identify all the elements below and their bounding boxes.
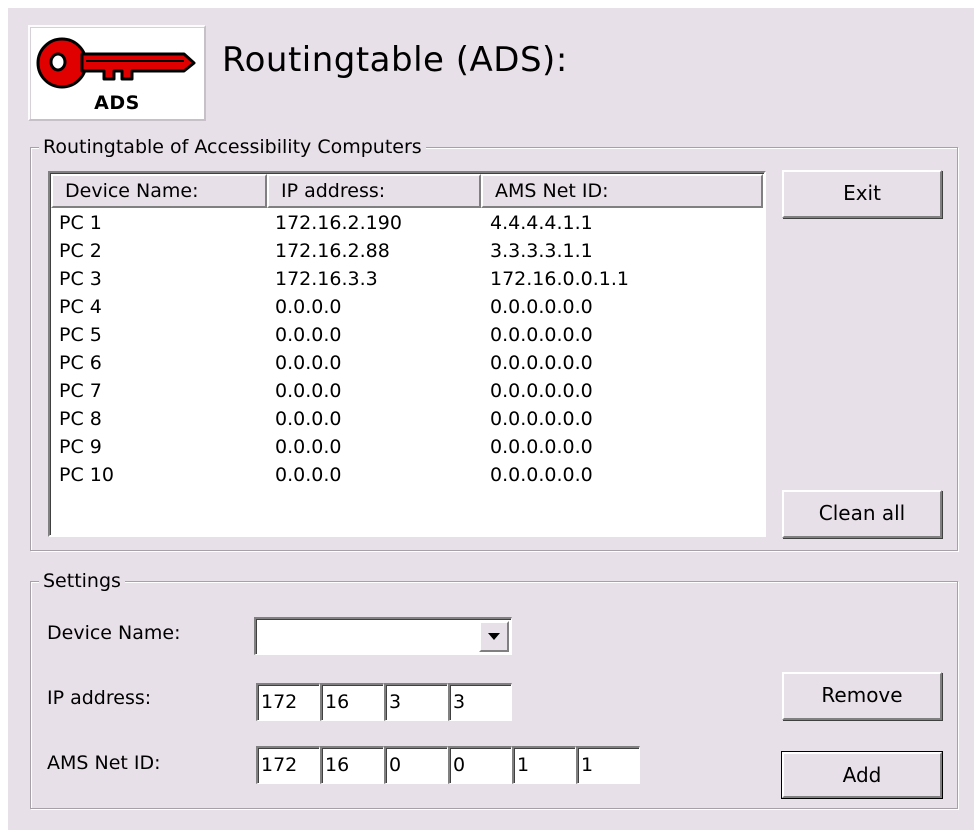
logo-text: ADS [94,92,140,114]
cell-device-name: PC 4 [59,296,102,318]
ams-octet-2-input[interactable]: 16 [320,746,384,784]
column-header-ams-net-id[interactable]: AMS Net ID: [481,174,763,208]
ams-octet-1-input[interactable]: 172 [256,746,320,784]
exit-button[interactable]: Exit [782,170,942,218]
column-header-device-name[interactable]: Device Name: [51,174,267,208]
cell-ip-address: 0.0.0.0 [275,380,342,402]
cell-device-name: PC 3 [59,268,102,290]
ip-address-label: IP address: [47,687,152,709]
cell-ams-net-id: 0.0.0.0.0.0 [490,436,593,458]
cell-ip-address: 0.0.0.0 [275,324,342,346]
cell-device-name: PC 9 [59,436,102,458]
cell-ams-net-id: 3.3.3.3.1.1 [490,240,593,262]
column-header-ip-address[interactable]: IP address: [267,174,481,208]
cell-ip-address: 0.0.0.0 [275,436,342,458]
cell-ams-net-id: 4.4.4.4.1.1 [490,212,593,234]
cell-device-name: PC 5 [59,324,102,346]
cell-ams-net-id: 0.0.0.0.0.0 [490,408,593,430]
ip-octet-1-input[interactable]: 172 [256,683,320,721]
ams-net-id-label: AMS Net ID: [47,752,161,774]
ads-logo: ADS [28,25,206,121]
ams-octet-3-input[interactable]: 0 [384,746,448,784]
routing-table-group: Routingtable of Accessibility Computers … [30,135,958,551]
settings-group: Settings Device Name: IP address: 172 16… [30,569,958,809]
cell-ams-net-id: 0.0.0.0.0.0 [490,296,593,318]
cell-ip-address: 0.0.0.0 [275,408,342,430]
cell-ip-address: 172.16.2.88 [275,240,390,262]
cell-ip-address: 172.16.3.3 [275,268,378,290]
cell-ip-address: 0.0.0.0 [275,296,342,318]
cell-ams-net-id: 172.16.0.0.1.1 [490,268,629,290]
routing-window: ADS Routingtable (ADS): Routingtable of … [8,8,974,830]
cell-device-name: PC 1 [59,212,102,234]
ip-octet-3-input[interactable]: 3 [384,683,448,721]
cell-ip-address: 0.0.0.0 [275,464,342,486]
page-title: Routingtable (ADS): [222,40,568,80]
add-button[interactable]: Add [781,751,943,799]
cell-device-name: PC 2 [59,240,102,262]
cell-ams-net-id: 0.0.0.0.0.0 [490,352,593,374]
remove-button[interactable]: Remove [782,672,942,720]
device-name-combo[interactable] [254,617,512,655]
cell-device-name: PC 8 [59,408,102,430]
settings-legend: Settings [39,569,125,593]
cell-device-name: PC 10 [59,464,114,486]
cell-ams-net-id: 0.0.0.0.0.0 [490,380,593,402]
cell-ams-net-id: 0.0.0.0.0.0 [490,464,593,486]
cell-ams-net-id: 0.0.0.0.0.0 [490,324,593,346]
chevron-down-icon [488,633,500,640]
cell-device-name: PC 6 [59,352,102,374]
ip-octet-2-input[interactable]: 16 [320,683,384,721]
ams-octet-6-input[interactable]: 1 [576,746,640,784]
ip-octet-4-input[interactable]: 3 [448,683,512,721]
cell-ip-address: 0.0.0.0 [275,352,342,374]
clean-all-button[interactable]: Clean all [782,490,942,538]
key-icon [36,37,196,89]
cell-device-name: PC 7 [59,380,102,402]
routing-table-legend: Routingtable of Accessibility Computers [39,135,426,159]
ams-octet-4-input[interactable]: 0 [448,746,512,784]
device-name-label: Device Name: [47,622,181,644]
device-name-dropdown-button[interactable] [479,621,509,652]
routing-table-list[interactable]: Device Name: IP address: AMS Net ID: PC … [48,171,766,537]
cell-ip-address: 172.16.2.190 [275,212,402,234]
ams-octet-5-input[interactable]: 1 [512,746,576,784]
